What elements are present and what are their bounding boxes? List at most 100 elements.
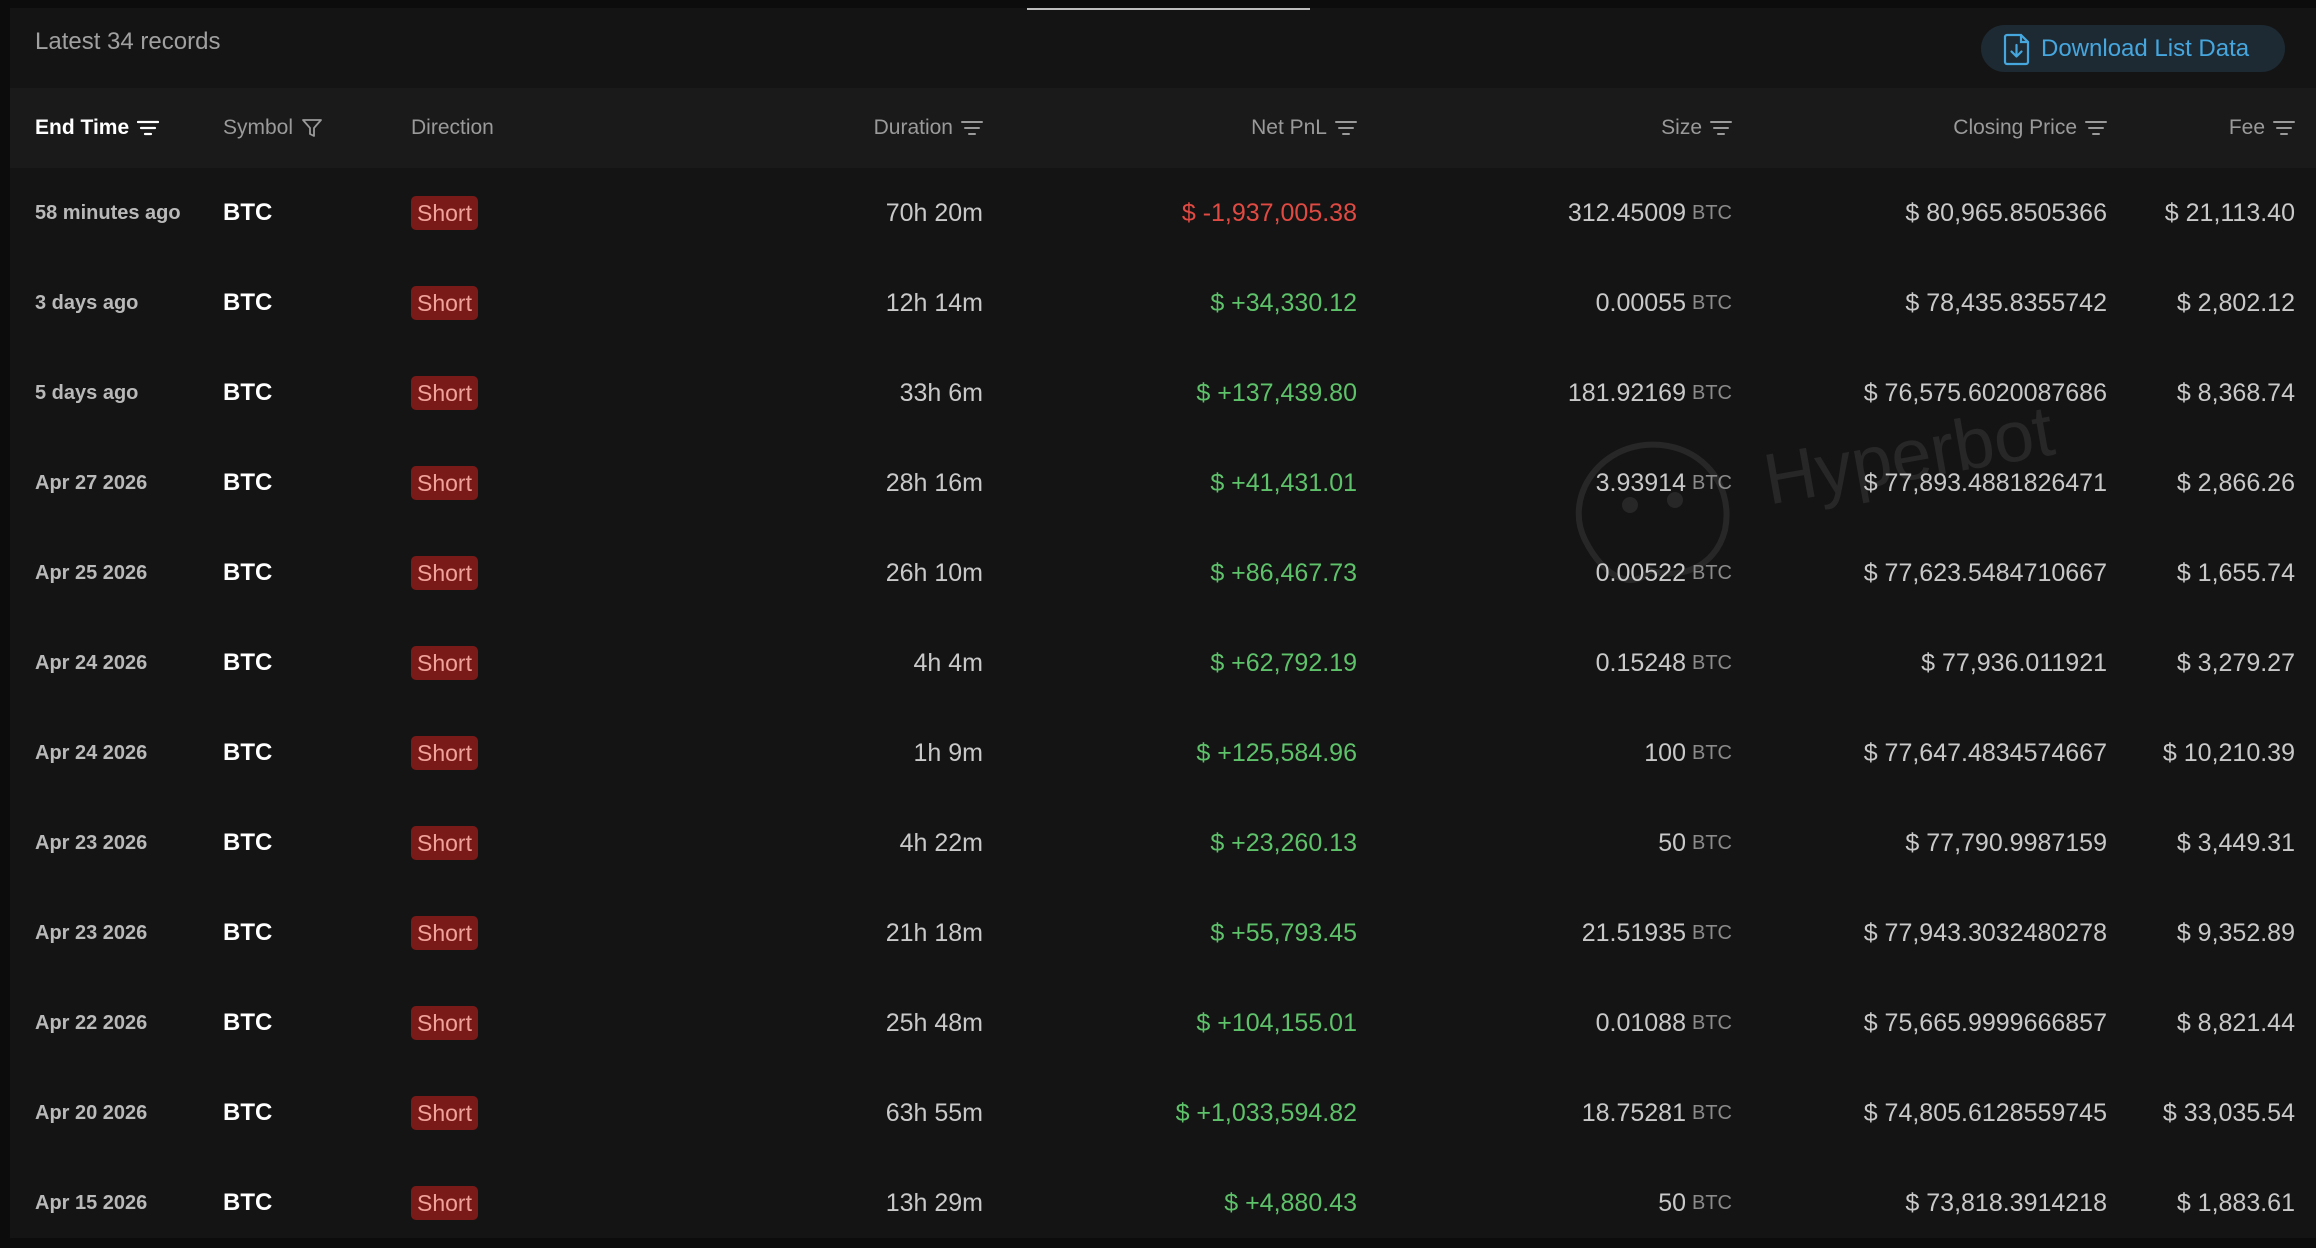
duration-value: 1h 9m bbox=[913, 738, 983, 767]
net-pnl-value: $ +104,155.01 bbox=[1196, 1008, 1357, 1037]
symbol-value: BTC bbox=[223, 289, 273, 316]
column-header-fee[interactable]: Fee bbox=[2120, 88, 2295, 168]
closing-price-value: $ 77,893.4881826471 bbox=[1863, 468, 2107, 497]
duration-value: 63h 55m bbox=[885, 1098, 983, 1127]
table-row[interactable]: Apr 24 2026 BTC Short 4h 4m $ +62,792.19… bbox=[10, 618, 2316, 708]
tab-active-indicator bbox=[1027, 8, 1310, 10]
column-header-symbol[interactable]: Symbol bbox=[223, 88, 323, 168]
symbol-cell[interactable]: BTC bbox=[223, 258, 343, 348]
duration-cell: 33h 6m bbox=[630, 348, 983, 438]
net-pnl-value: $ +23,260.13 bbox=[1210, 828, 1357, 857]
fee-value: $ 3,449.31 bbox=[2176, 828, 2295, 857]
sort-icon bbox=[1710, 121, 1732, 135]
table-row[interactable]: Apr 15 2026 BTC Short 13h 29m $ +4,880.4… bbox=[10, 1158, 2316, 1248]
size-unit-value: BTC bbox=[1692, 1101, 1732, 1124]
net-pnl-cell: $ +41,431.01 bbox=[1000, 438, 1357, 528]
sort-icon bbox=[961, 121, 983, 135]
end-time-cell: Apr 23 2026 bbox=[35, 798, 215, 888]
size-unit-value: BTC bbox=[1692, 831, 1732, 854]
duration-value: 13h 29m bbox=[885, 1188, 983, 1217]
duration-value: 4h 22m bbox=[899, 828, 983, 857]
end-time-cell: Apr 25 2026 bbox=[35, 528, 215, 618]
table-row[interactable]: Apr 25 2026 BTC Short 26h 10m $ +86,467.… bbox=[10, 528, 2316, 618]
end-time-value: 3 days ago bbox=[35, 291, 139, 314]
fee-value: $ 2,802.12 bbox=[2176, 288, 2295, 317]
column-header-size[interactable]: Size bbox=[1370, 88, 1732, 168]
sort-icon bbox=[2273, 121, 2295, 135]
table-row[interactable]: 3 days ago BTC Short 12h 14m $ +34,330.1… bbox=[10, 258, 2316, 348]
direction-badge: Short bbox=[411, 556, 478, 590]
duration-cell: 4h 22m bbox=[630, 798, 983, 888]
closing-price-cell: $ 76,575.6020087686 bbox=[1745, 348, 2107, 438]
symbol-cell[interactable]: BTC bbox=[223, 708, 343, 798]
net-pnl-value: $ +125,584.96 bbox=[1196, 738, 1357, 767]
symbol-value: BTC bbox=[223, 379, 273, 406]
symbol-cell[interactable]: BTC bbox=[223, 528, 343, 618]
direction-badge: Short bbox=[411, 376, 478, 410]
fee-value: $ 10,210.39 bbox=[2162, 738, 2295, 767]
column-header-closing-price[interactable]: Closing Price bbox=[1745, 88, 2107, 168]
symbol-value: BTC bbox=[223, 469, 273, 496]
direction-cell: Short bbox=[411, 348, 561, 438]
table-row[interactable]: Apr 23 2026 BTC Short 21h 18m $ +55,793.… bbox=[10, 888, 2316, 978]
symbol-cell[interactable]: BTC bbox=[223, 438, 343, 528]
symbol-cell[interactable]: BTC bbox=[223, 1068, 343, 1158]
net-pnl-cell: $ +104,155.01 bbox=[1000, 978, 1357, 1068]
duration-cell: 4h 4m bbox=[630, 618, 983, 708]
sort-icon bbox=[2085, 121, 2107, 135]
fee-cell: $ 2,866.26 bbox=[2120, 438, 2295, 528]
size-value: 21.51935 bbox=[1581, 918, 1686, 947]
fee-cell: $ 1,655.74 bbox=[2120, 528, 2295, 618]
closing-price-value: $ 77,647.4834574667 bbox=[1863, 738, 2107, 767]
download-file-icon bbox=[2003, 33, 2030, 65]
symbol-cell[interactable]: BTC bbox=[223, 978, 343, 1068]
net-pnl-value: $ +34,330.12 bbox=[1210, 288, 1357, 317]
direction-cell: Short bbox=[411, 1158, 561, 1248]
table-row[interactable]: Apr 24 2026 BTC Short 1h 9m $ +125,584.9… bbox=[10, 708, 2316, 798]
direction-badge: Short bbox=[411, 646, 478, 680]
closing-price-value: $ 75,665.9999666857 bbox=[1863, 1008, 2107, 1037]
net-pnl-cell: $ +137,439.80 bbox=[1000, 348, 1357, 438]
symbol-cell[interactable]: BTC bbox=[223, 888, 343, 978]
direction-cell: Short bbox=[411, 168, 561, 258]
table-row[interactable]: 5 days ago BTC Short 33h 6m $ +137,439.8… bbox=[10, 348, 2316, 438]
table-row[interactable]: Apr 23 2026 BTC Short 4h 22m $ +23,260.1… bbox=[10, 798, 2316, 888]
fee-value: $ 3,279.27 bbox=[2176, 648, 2295, 677]
symbol-cell[interactable]: BTC bbox=[223, 798, 343, 888]
end-time-value: 5 days ago bbox=[35, 381, 139, 404]
closing-price-value: $ 80,965.8505366 bbox=[1905, 198, 2107, 227]
column-header-end-time[interactable]: End Time bbox=[35, 88, 160, 168]
size-unit-value: BTC bbox=[1692, 471, 1732, 494]
size-value: 3.93914 bbox=[1595, 468, 1686, 497]
size-value: 0.01088 bbox=[1595, 1008, 1686, 1037]
fee-cell: $ 3,449.31 bbox=[2120, 798, 2295, 888]
closing-price-value: $ 74,805.6128559745 bbox=[1863, 1098, 2107, 1127]
symbol-cell[interactable]: BTC bbox=[223, 168, 343, 258]
end-time-cell: 5 days ago bbox=[35, 348, 215, 438]
table-row[interactable]: Apr 27 2026 BTC Short 28h 16m $ +41,431.… bbox=[10, 438, 2316, 528]
fee-cell: $ 1,883.61 bbox=[2120, 1158, 2295, 1248]
size-cell: 100 BTC bbox=[1370, 708, 1732, 798]
table-row[interactable]: Apr 22 2026 BTC Short 25h 48m $ +104,155… bbox=[10, 978, 2316, 1068]
column-header-net-pnl[interactable]: Net PnL bbox=[1000, 88, 1357, 168]
table-header: End Time Symbol Direction Duration Net P… bbox=[10, 88, 2316, 168]
size-cell: 0.15248 BTC bbox=[1370, 618, 1732, 708]
symbol-cell[interactable]: BTC bbox=[223, 618, 343, 708]
download-list-data-button[interactable]: Download List Data bbox=[1981, 25, 2285, 72]
net-pnl-value: $ +41,431.01 bbox=[1210, 468, 1357, 497]
size-unit-value: BTC bbox=[1692, 1191, 1732, 1214]
closing-price-cell: $ 77,936.011921 bbox=[1745, 618, 2107, 708]
symbol-value: BTC bbox=[223, 829, 273, 856]
symbol-cell[interactable]: BTC bbox=[223, 1158, 343, 1248]
net-pnl-cell: $ +125,584.96 bbox=[1000, 708, 1357, 798]
table-row[interactable]: Apr 20 2026 BTC Short 63h 55m $ +1,033,5… bbox=[10, 1068, 2316, 1158]
column-header-duration[interactable]: Duration bbox=[630, 88, 983, 168]
closing-price-cell: $ 75,665.9999666857 bbox=[1745, 978, 2107, 1068]
symbol-cell[interactable]: BTC bbox=[223, 348, 343, 438]
sort-icon bbox=[137, 120, 160, 136]
table-row[interactable]: 58 minutes ago BTC Short 70h 20m $ -1,93… bbox=[10, 168, 2316, 258]
closing-price-cell: $ 77,647.4834574667 bbox=[1745, 708, 2107, 798]
fee-value: $ 33,035.54 bbox=[2162, 1098, 2295, 1127]
size-value: 0.00055 bbox=[1595, 288, 1686, 317]
net-pnl-cell: $ +62,792.19 bbox=[1000, 618, 1357, 708]
